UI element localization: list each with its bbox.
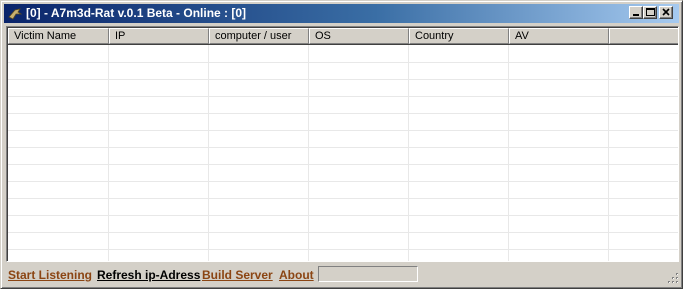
grid-row-line (8, 164, 678, 165)
title-bar[interactable]: [0] - A7m3d-Rat v.0.1 Beta - Online : [0… (4, 4, 679, 23)
grid-row-line (8, 79, 678, 80)
status-bar: Start Listening Refresh ip-Adress Build … (4, 264, 681, 286)
grid-row-line (8, 96, 678, 97)
column-header-victim-name[interactable]: Victim Name (8, 28, 109, 44)
grid-row-line (8, 215, 678, 216)
listview-rows (8, 45, 678, 261)
maximize-icon (646, 8, 655, 16)
grid-row-line (8, 232, 678, 233)
grid-row-line (8, 113, 678, 114)
start-listening-link[interactable]: Start Listening (8, 268, 92, 282)
grid-row-line (8, 130, 678, 131)
resize-grip-icon[interactable] (667, 272, 679, 284)
refresh-ip-link[interactable]: Refresh ip-Adress (97, 268, 200, 282)
about-link[interactable]: About (279, 268, 314, 282)
minimize-button[interactable] (629, 6, 643, 19)
close-button[interactable] (659, 6, 673, 19)
grid-row-line (8, 181, 678, 182)
close-icon (662, 8, 670, 16)
progress-bar (318, 266, 418, 282)
listview-header: Victim Name IP computer / user OS Countr… (8, 28, 678, 44)
maximize-button[interactable] (643, 6, 657, 19)
column-header-country[interactable]: Country (409, 28, 509, 44)
build-server-link[interactable]: Build Server (202, 268, 273, 282)
app-icon[interactable] (7, 6, 23, 22)
grid-row-line (8, 198, 678, 199)
grid-row-line (8, 147, 678, 148)
column-header-av[interactable]: AV (509, 28, 609, 44)
window-title: [0] - A7m3d-Rat v.0.1 Beta - Online : [0… (26, 6, 247, 20)
grid-row-line (8, 62, 678, 63)
column-header-os[interactable]: OS (309, 28, 409, 44)
column-header-filler (609, 28, 678, 44)
grid-row-line (8, 249, 678, 250)
column-header-ip[interactable]: IP (109, 28, 209, 44)
column-header-computer-user[interactable]: computer / user (209, 28, 309, 44)
victims-listview[interactable]: Victim Name IP computer / user OS Countr… (6, 26, 679, 262)
app-window: [0] - A7m3d-Rat v.0.1 Beta - Online : [0… (0, 0, 683, 289)
minimize-icon (633, 14, 639, 16)
